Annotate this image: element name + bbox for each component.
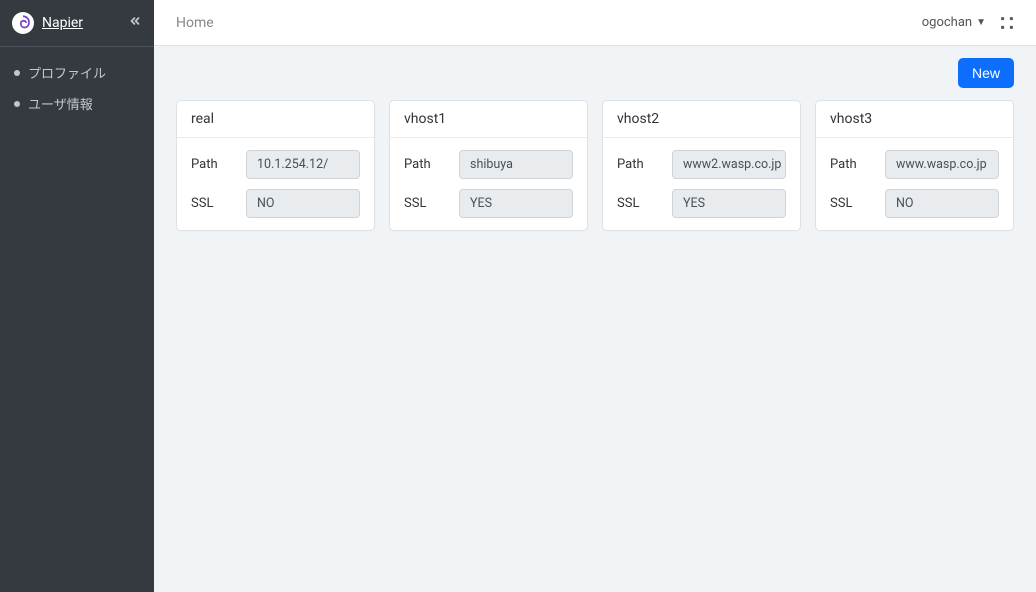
card-title: vhost3 [816, 101, 1013, 138]
field-label: Path [617, 157, 672, 172]
card-vhost3[interactable]: vhost3 Path www.wasp.co.jp SSL NO [815, 100, 1014, 231]
brand[interactable]: Napier [12, 12, 83, 34]
sidebar-item-profile[interactable]: プロファイル [0, 57, 154, 88]
content: New real Path 10.1.254.12/ SSL NO [154, 46, 1036, 243]
field-value: 10.1.254.12/ [246, 150, 360, 179]
field-row-ssl: SSL YES [617, 189, 786, 218]
field-row-path: Path 10.1.254.12/ [191, 150, 360, 179]
caret-down-icon: ▼ [976, 17, 986, 28]
field-label: SSL [617, 196, 672, 211]
sidebar-nav: プロファイル ユーザ情報 [0, 46, 154, 129]
sidebar-item-label: ユーザ情報 [28, 94, 93, 113]
sidebar-item-label: プロファイル [28, 63, 106, 82]
field-row-path: Path www.wasp.co.jp [830, 150, 999, 179]
dot-icon [14, 70, 20, 76]
field-row-path: Path shibuya [404, 150, 573, 179]
user-dropdown[interactable]: ogochan ▼ [922, 15, 986, 30]
topbar: Home ogochan ▼ [154, 0, 1036, 46]
field-value: NO [246, 189, 360, 218]
field-row-ssl: SSL YES [404, 189, 573, 218]
sidebar: Napier プロファイル ユーザ情報 [0, 0, 154, 592]
field-row-ssl: SSL NO [191, 189, 360, 218]
dot-icon [14, 101, 20, 107]
field-label: Path [404, 157, 459, 172]
field-value: www2.wasp.co.jp [672, 150, 786, 179]
field-value: YES [672, 189, 786, 218]
card-vhost2[interactable]: vhost2 Path www2.wasp.co.jp SSL YES [602, 100, 801, 231]
field-row-path: Path www2.wasp.co.jp [617, 150, 786, 179]
card-title: real [177, 101, 374, 138]
fullscreen-icon[interactable] [1000, 16, 1014, 30]
field-row-ssl: SSL NO [830, 189, 999, 218]
card-vhost1[interactable]: vhost1 Path shibuya SSL YES [389, 100, 588, 231]
card-body: Path 10.1.254.12/ SSL NO [177, 138, 374, 230]
field-label: Path [830, 157, 885, 172]
topbar-right: ogochan ▼ [922, 15, 1014, 30]
card-body: Path www2.wasp.co.jp SSL YES [603, 138, 800, 230]
card-body: Path shibuya SSL YES [390, 138, 587, 230]
field-value: NO [885, 189, 999, 218]
card-title: vhost2 [603, 101, 800, 138]
card-title: vhost1 [390, 101, 587, 138]
actions-bar: New [176, 58, 1014, 88]
cards-grid: real Path 10.1.254.12/ SSL NO vhost1 [176, 100, 1014, 231]
card-body: Path www.wasp.co.jp SSL NO [816, 138, 1013, 230]
sidebar-item-userinfo[interactable]: ユーザ情報 [0, 88, 154, 119]
field-label: SSL [404, 196, 459, 211]
sidebar-header[interactable]: Napier [0, 0, 154, 46]
user-name: ogochan [922, 15, 972, 30]
brand-name: Napier [42, 15, 83, 31]
field-label: SSL [191, 196, 246, 211]
main: Home ogochan ▼ New [154, 0, 1036, 592]
field-value: www.wasp.co.jp [885, 150, 999, 179]
new-button[interactable]: New [958, 58, 1014, 88]
collapse-sidebar-icon[interactable] [128, 14, 142, 32]
field-value: shibuya [459, 150, 573, 179]
card-real[interactable]: real Path 10.1.254.12/ SSL NO [176, 100, 375, 231]
breadcrumb[interactable]: Home [176, 15, 214, 31]
field-label: Path [191, 157, 246, 172]
brand-logo-icon [12, 12, 34, 34]
field-value: YES [459, 189, 573, 218]
field-label: SSL [830, 196, 885, 211]
